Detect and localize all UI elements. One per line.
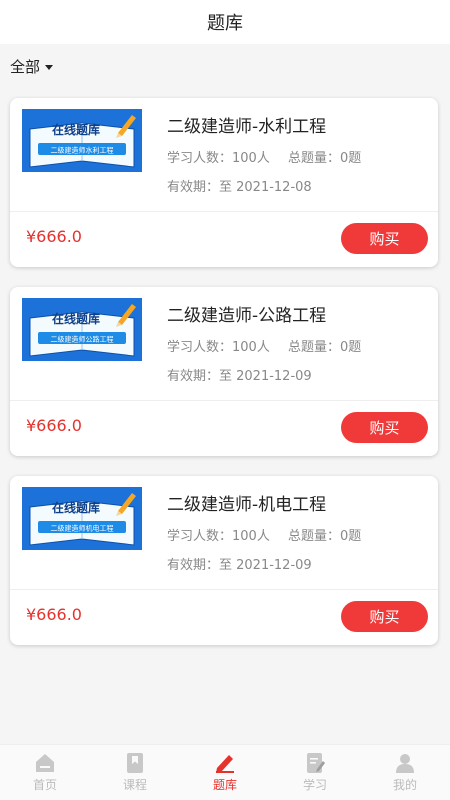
course-meta: 学习人数：100人 总题量：0题 <box>167 336 375 355</box>
buy-button[interactable]: 购买 <box>341 412 428 443</box>
price: ¥666.0 <box>26 227 82 246</box>
thumbnail-subtitle: 二级建造师机电工程 <box>51 524 114 533</box>
tab-question-bank[interactable]: 题库 <box>180 745 270 800</box>
tab-label: 首页 <box>32 778 57 792</box>
tab-courses[interactable]: 课程 <box>90 745 180 800</box>
question-count: 总题量：0题 <box>287 529 362 544</box>
bottom-tab-bar: 首页 课程 题库 学习 我的 <box>0 744 450 800</box>
question-count: 总题量：0题 <box>287 340 362 355</box>
tab-label: 题库 <box>212 778 237 792</box>
buy-button[interactable]: 购买 <box>341 223 428 254</box>
tab-label: 课程 <box>122 778 147 792</box>
learner-count: 学习人数：100人 <box>167 151 270 166</box>
course-title: 二级建造师-机电工程 <box>167 495 327 515</box>
question-bank-list[interactable]: 在线题库 二级建造师水利工程 二级建造师-水利工程 学习人数：100人 总题量：… <box>10 88 438 744</box>
tab-study[interactable]: 学习 <box>270 745 360 800</box>
divider <box>10 400 438 401</box>
thumbnail-title: 在线题库 <box>52 122 100 137</box>
course-card-body[interactable]: 在线题库 二级建造师公路工程 二级建造师-公路工程 学习人数：100人 总题量：… <box>10 287 438 400</box>
tab-home[interactable]: 首页 <box>0 745 90 800</box>
divider <box>10 211 438 212</box>
tab-label: 学习 <box>302 778 327 792</box>
course-card-body[interactable]: 在线题库 二级建造师水利工程 二级建造师-水利工程 学习人数：100人 总题量：… <box>10 98 438 211</box>
filter-label: 全部 <box>10 57 41 76</box>
course-card-body[interactable]: 在线题库 二级建造师机电工程 二级建造师-机电工程 学习人数：100人 总题量：… <box>10 476 438 589</box>
page-title: 题库 <box>207 13 243 34</box>
validity-date: 有效期：至 2021-12-08 <box>167 180 312 195</box>
course-card[interactable]: 在线题库 二级建造师机电工程 二级建造师-机电工程 学习人数：100人 总题量：… <box>10 476 438 645</box>
top-bar: 题库 <box>0 0 450 44</box>
course-thumbnail: 在线题库 二级建造师水利工程 <box>22 109 142 172</box>
thumbnail-title: 在线题库 <box>52 500 100 515</box>
validity-date: 有效期：至 2021-12-09 <box>167 369 312 384</box>
tab-profile[interactable]: 我的 <box>360 745 450 800</box>
course-title: 二级建造师-水利工程 <box>167 117 327 137</box>
thumbnail-title: 在线题库 <box>52 311 100 326</box>
divider <box>10 589 438 590</box>
price: ¥666.0 <box>26 605 82 624</box>
question-count: 总题量：0题 <box>287 151 362 166</box>
course-meta: 学习人数：100人 总题量：0题 <box>167 147 375 166</box>
course-card[interactable]: 在线题库 二级建造师水利工程 二级建造师-水利工程 学习人数：100人 总题量：… <box>10 98 438 267</box>
course-thumbnail: 在线题库 二级建造师机电工程 <box>22 487 142 550</box>
learner-count: 学习人数：100人 <box>167 529 270 544</box>
price: ¥666.0 <box>26 416 82 435</box>
validity-date: 有效期：至 2021-12-09 <box>167 558 312 573</box>
pencil-icon <box>216 755 234 773</box>
filter-dropdown[interactable]: 全部 <box>0 44 450 88</box>
course-title: 二级建造师-公路工程 <box>167 306 327 326</box>
course-thumbnail: 在线题库 二级建造师公路工程 <box>22 298 142 361</box>
course-card[interactable]: 在线题库 二级建造师公路工程 二级建造师-公路工程 学习人数：100人 总题量：… <box>10 287 438 456</box>
learner-count: 学习人数：100人 <box>167 340 270 355</box>
course-meta: 学习人数：100人 总题量：0题 <box>167 525 375 544</box>
thumbnail-subtitle: 二级建造师公路工程 <box>51 335 114 344</box>
thumbnail-subtitle: 二级建造师水利工程 <box>51 146 114 155</box>
buy-button[interactable]: 购买 <box>341 601 428 632</box>
bookmark-icon <box>127 753 143 773</box>
user-icon <box>396 754 414 773</box>
notepad-icon <box>307 753 325 773</box>
home-icon <box>36 754 54 772</box>
caret-down-icon <box>45 64 54 70</box>
tab-label: 我的 <box>392 778 417 792</box>
